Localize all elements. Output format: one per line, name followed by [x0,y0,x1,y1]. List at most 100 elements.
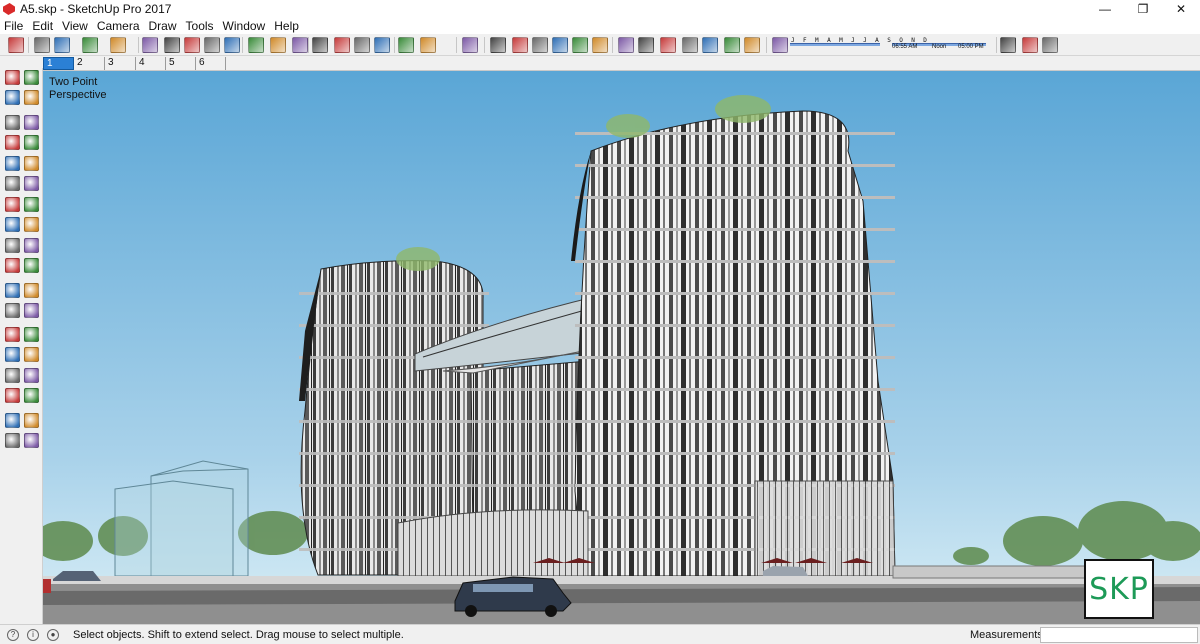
dimension-icon[interactable] [24,283,39,298]
right-view-icon[interactable] [592,37,608,53]
previous-view-icon[interactable] [24,388,39,403]
axes-icon[interactable] [292,37,308,53]
shadow-settings[interactable]: J F M A M J J A S O N D 06:55 AM Noon 05… [790,37,990,53]
ruby-icon[interactable] [462,37,478,53]
hidden-line-icon[interactable] [702,37,718,53]
menu-camera[interactable]: Camera [97,19,140,33]
circle-icon[interactable] [5,156,20,171]
measurements-input[interactable] [1040,627,1198,643]
rectangle-icon[interactable] [5,135,20,150]
component-icon[interactable] [512,37,528,53]
select-icon[interactable] [5,70,20,85]
tape-measure-icon[interactable] [5,283,20,298]
extension-icon[interactable] [420,37,436,53]
close-button[interactable]: ✕ [1162,0,1200,18]
toolbar-separator [484,37,485,53]
eraser-icon[interactable] [24,90,39,105]
menu-help[interactable]: Help [274,19,299,33]
component-icon[interactable] [24,70,39,85]
rotate-icon[interactable] [204,37,220,53]
textured-icon[interactable] [744,37,760,53]
paint-bucket-icon[interactable] [5,90,20,105]
push-pull-icon[interactable] [24,217,39,232]
warehouse-icon[interactable] [398,37,414,53]
credits-status-icon[interactable]: i [27,629,39,641]
scene-tab-6[interactable]: 6 [196,57,226,70]
pan-icon[interactable] [24,347,39,362]
shadows-toggle-icon[interactable] [1000,37,1016,53]
menu-view[interactable]: View [62,19,88,33]
sketchup-logo-icon [3,3,15,15]
scene-tab-1[interactable]: 1 [43,57,74,70]
scene-tab-4[interactable]: 4 [136,57,166,70]
zoom-extents-icon[interactable] [374,37,390,53]
rotated-rectangle-icon[interactable] [24,135,39,150]
three-point-arc-icon[interactable] [24,197,39,212]
back-view-icon[interactable] [618,37,634,53]
paint-bucket-icon[interactable] [110,37,126,53]
date-slider[interactable] [790,43,880,46]
top-view-icon[interactable] [552,37,568,53]
pie-icon[interactable] [24,176,39,191]
section-plane-icon[interactable] [24,433,39,448]
axes-icon[interactable] [5,327,20,342]
section-plane-icon[interactable] [1022,37,1038,53]
push-pull-icon[interactable] [142,37,158,53]
arc-icon[interactable] [82,37,98,53]
restore-button[interactable]: ❐ [1124,0,1162,18]
scene-tab-3[interactable]: 3 [105,57,136,70]
protractor-icon[interactable] [5,303,20,318]
xray-icon[interactable] [660,37,676,53]
orbit-icon[interactable] [5,347,20,362]
left-view-icon[interactable] [638,37,654,53]
scale-icon[interactable] [224,37,240,53]
minimize-button[interactable]: — [1086,0,1124,18]
polygon-icon[interactable] [24,156,39,171]
menu-file[interactable]: File [4,19,23,33]
time-end-label: 05:00 PM [958,44,984,50]
monochrome-icon[interactable] [772,37,788,53]
eraser-icon[interactable] [34,37,50,53]
menu-draw[interactable]: Draw [149,19,177,33]
iso-view-icon[interactable] [532,37,548,53]
offset-icon[interactable] [24,258,39,273]
move-icon[interactable] [184,37,200,53]
text-icon[interactable] [270,37,286,53]
scene-tab-2[interactable]: 2 [74,57,105,70]
pan-icon[interactable] [334,37,350,53]
zoom-icon[interactable] [5,368,20,383]
line-icon[interactable] [5,115,20,130]
help-status-icon[interactable]: ● [47,629,59,641]
geo-location-status-icon[interactable]: ? [7,629,19,641]
arc-icon[interactable] [5,176,20,191]
tape-measure-icon[interactable] [248,37,264,53]
menu-edit[interactable]: Edit [32,19,53,33]
freehand-icon[interactable] [24,115,39,130]
follow-me-icon[interactable] [164,37,180,53]
orbit-icon[interactable] [312,37,328,53]
two-point-arc-icon[interactable] [5,197,20,212]
3d-text-icon[interactable] [24,327,39,342]
position-camera-icon[interactable] [5,413,20,428]
follow-me-icon[interactable] [24,238,39,253]
model-info-icon[interactable] [490,37,506,53]
pencil-icon[interactable] [54,37,70,53]
scale-icon[interactable] [5,258,20,273]
shaded-icon[interactable] [724,37,740,53]
wireframe-icon[interactable] [682,37,698,53]
select-icon[interactable] [8,37,24,53]
zoom-window-icon[interactable] [24,368,39,383]
drawing-viewport[interactable]: Two Point Perspective SKP [43,71,1200,624]
move-icon[interactable] [5,217,20,232]
look-around-icon[interactable] [24,413,39,428]
menu-window[interactable]: Window [223,19,266,33]
menu-tools[interactable]: Tools [186,19,214,33]
zoom-extents-icon[interactable] [5,388,20,403]
text-icon[interactable] [24,303,39,318]
fog-icon[interactable] [1042,37,1058,53]
zoom-icon[interactable] [354,37,370,53]
rotate-icon[interactable] [5,238,20,253]
front-view-icon[interactable] [572,37,588,53]
scene-tab-5[interactable]: 5 [166,57,196,70]
walk-icon[interactable] [5,433,20,448]
